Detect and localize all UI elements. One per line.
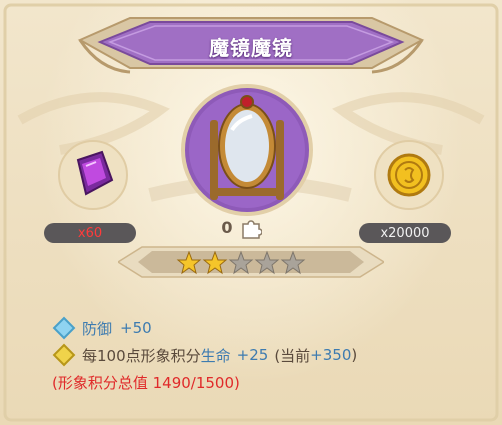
- attr-hp-stat: 生命: [200, 346, 231, 365]
- diamond-yellow-icon: [52, 343, 76, 367]
- purple-crystal-icon[interactable]: [56, 138, 130, 212]
- fragment-count: 0: [221, 217, 233, 237]
- magic-mirror-icon[interactable]: [172, 80, 322, 220]
- star-filled-icon: [202, 250, 228, 275]
- attr-hp-current-suffix: ): [351, 346, 358, 364]
- attr-label-defense: 防御: [82, 319, 113, 338]
- diamond-blue-icon: [52, 316, 76, 340]
- attr-row-defense: 防御 +50: [52, 316, 152, 340]
- star-empty-icon: [254, 250, 280, 275]
- star-filled-icon: [176, 250, 202, 275]
- crystal-count-badge: x60: [44, 223, 136, 243]
- attr-hp-current-value: +350: [310, 346, 352, 364]
- attr-hp-prefix: 每100点形象积分: [82, 346, 201, 365]
- mirror-panel: 魔镜魔镜 x60 x20000 0 防御 +50 每100点形象积分 生命 +2…: [0, 0, 502, 425]
- puzzle-piece-icon: [242, 220, 262, 239]
- attr-row-hp: 每100点形象积分 生命 +25 (当前 +350 ): [52, 343, 358, 367]
- attr-hp-value: +25: [236, 346, 269, 364]
- star-empty-icon: [228, 250, 254, 275]
- attr-hp-current-prefix: (当前: [274, 346, 311, 365]
- coin-count-badge: x20000: [359, 223, 451, 243]
- attr-value-defense: +50: [120, 319, 152, 337]
- total-score-text: (形象积分总值 1490/1500): [52, 373, 240, 392]
- page-title: 魔镜魔镜: [209, 35, 293, 60]
- star-empty-icon: [280, 250, 306, 275]
- star-rating: [176, 250, 306, 275]
- gold-coin-icon[interactable]: [372, 138, 446, 212]
